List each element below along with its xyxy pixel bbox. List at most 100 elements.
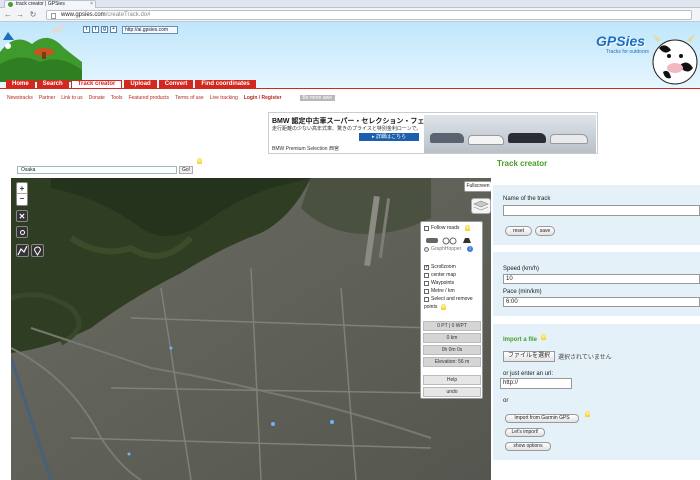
import-garmin-button[interactable]: Import from Garmin GPS <box>505 414 579 423</box>
link-featured-products[interactable]: Featured products <box>128 95 169 101</box>
lightbulb-icon[interactable] <box>465 225 470 231</box>
car-icon <box>508 133 546 143</box>
ad-footer: BMW Premium Selection 西宮 <box>272 146 339 152</box>
google-icon[interactable]: g <box>101 26 108 33</box>
import-title: Import a file <box>503 337 538 343</box>
track-name-input[interactable] <box>503 205 700 216</box>
undo-button[interactable]: undo <box>423 387 481 397</box>
cow-mascot-icon <box>652 34 698 85</box>
url-path: /createTrack.do# <box>105 12 151 18</box>
map-options-panel: Follow roads GraphHopper i Scrollzoom ce… <box>420 221 483 399</box>
grey-badge-button[interactable]: Be more awe <box>299 95 336 101</box>
points-label: points <box>424 304 438 310</box>
lightbulb-icon[interactable] <box>197 158 202 164</box>
car-icon <box>430 133 464 143</box>
points-count: 0 PT | 0 WPT <box>423 321 481 331</box>
reload-icon[interactable]: ↻ <box>29 11 37 19</box>
graphhopper-radio[interactable] <box>424 247 429 252</box>
browser-tab[interactable]: track creator | GPSies × <box>4 0 96 8</box>
zoom-in-button[interactable]: + <box>17 183 27 194</box>
choose-file-button[interactable]: ファイルを選択 <box>503 351 555 362</box>
expand-arrows-icon[interactable]: ✕ <box>16 210 28 222</box>
car-icon <box>550 134 588 144</box>
scrollzoom-label: Scrollzoom <box>431 264 456 270</box>
url-input[interactable]: http:// <box>500 378 572 389</box>
follow-roads-checkbox[interactable] <box>424 226 429 231</box>
ad-body: 走行距離の少ない高年式車、驚きのプライスと特別金利ローンで。 <box>272 126 422 132</box>
follow-roads-label: Follow roads <box>431 225 460 231</box>
zoom-control: + − <box>16 182 28 206</box>
waypoints-checkbox[interactable] <box>424 281 429 286</box>
center-map-label: center map <box>431 272 457 278</box>
help-button[interactable]: Help <box>423 375 481 385</box>
favicon-icon <box>8 2 13 7</box>
speed-input[interactable]: 10 <box>503 274 700 284</box>
link-newstracks[interactable]: Newstracks <box>7 95 33 101</box>
reset-button[interactable]: reset <box>505 226 532 236</box>
page: track creator | GPSies × ← → ↻ www.gpsie… <box>0 0 700 480</box>
header-ad-link[interactable]: http://ai.gpsies.com <box>122 26 178 34</box>
forward-arrow-icon[interactable]: → <box>16 11 24 19</box>
hills-illustration-icon <box>0 24 82 82</box>
link-donate[interactable]: Donate <box>89 95 105 101</box>
waypoints-label: Waypoints <box>431 280 455 286</box>
distance-readout: 0 km <box>423 333 481 343</box>
link-tools[interactable]: Tools <box>111 95 123 101</box>
link-link-to-us[interactable]: Link to us <box>61 95 82 101</box>
lightbulb-icon[interactable] <box>585 411 590 417</box>
back-arrow-icon[interactable]: ← <box>4 11 12 19</box>
show-options-button[interactable]: show options <box>505 442 551 451</box>
fullscreen-button[interactable]: Fullscreen <box>464 181 491 192</box>
twitter-icon[interactable]: t <box>83 26 90 33</box>
pace-input[interactable]: 6:00 <box>503 297 700 307</box>
location-search-input[interactable]: Osaka <box>17 166 177 174</box>
marker-pin-icon[interactable] <box>31 244 44 257</box>
browser-tabstrip: track creator | GPSies × <box>0 0 700 8</box>
file-status: 選択されていません <box>558 355 612 361</box>
track-name-label: Name of the track <box>503 196 551 202</box>
save-button[interactable]: save <box>535 226 555 236</box>
layers-icon[interactable] <box>471 198 491 214</box>
link-live-tracking[interactable]: Live tracking <box>210 95 238 101</box>
tab-title: track creator | GPSies <box>16 1 65 7</box>
draw-line-icon[interactable] <box>16 244 29 257</box>
duration-readout: 0h 0m 0s <box>423 345 481 355</box>
ad-banner[interactable]: BMW 認定中古車スーパー・セレクション・フェア。 走行距離の少ない高年式車、驚… <box>268 112 598 154</box>
facebook-icon[interactable]: f <box>92 26 99 33</box>
page-title: Track creator <box>497 159 548 168</box>
center-map-checkbox[interactable] <box>424 273 429 278</box>
import-box <box>493 324 700 460</box>
or-label: or <box>503 398 509 404</box>
address-bar[interactable]: www.gpsies.com/createTrack.do# <box>46 10 692 20</box>
elevation-readout: Elevation: 56 m <box>423 357 481 367</box>
zoom-out-button[interactable]: − <box>17 194 27 205</box>
lightbulb-icon[interactable] <box>541 334 546 340</box>
routing-mode-icons[interactable] <box>425 235 475 245</box>
ad-details-button[interactable]: ▸ 詳細はこちら <box>359 133 419 141</box>
go-button[interactable]: Go! <box>179 166 193 174</box>
select-remove-checkbox[interactable] <box>424 297 429 302</box>
gpsies-logo[interactable]: GPSies <box>596 33 645 49</box>
link-partner[interactable]: Partner <box>39 95 55 101</box>
speed-label: Speed (km/h) <box>503 266 540 272</box>
page-icon <box>51 13 56 19</box>
lightbulb-icon[interactable] <box>441 304 446 310</box>
plus-icon[interactable]: + <box>110 26 117 33</box>
camera-icon[interactable] <box>16 226 28 238</box>
metre-km-label: Metre / km <box>431 288 455 294</box>
car-icon <box>468 135 504 145</box>
info-icon[interactable]: i <box>467 246 473 252</box>
url-label: or just enter an url: <box>503 371 554 377</box>
metre-km-checkbox[interactable] <box>424 289 429 294</box>
ad-cars-image <box>424 115 596 153</box>
link-login-register[interactable]: Login / Register <box>244 95 282 101</box>
satellite-map[interactable]: + − ✕ Fullscreen <box>11 178 491 480</box>
scrollzoom-checkbox[interactable] <box>424 264 429 270</box>
url-domain: www.gpsies.com <box>61 12 106 18</box>
logo-tagline: Tracks for outdoors <box>606 49 649 55</box>
close-tab-icon[interactable]: × <box>90 1 93 8</box>
link-terms-of-use[interactable]: Terms of use <box>175 95 204 101</box>
select-remove-label: Select and remove <box>431 296 473 302</box>
sub-links: Newstracks Partner Link to us Donate Too… <box>7 95 336 101</box>
lets-import-button[interactable]: Let's import! <box>505 428 545 437</box>
